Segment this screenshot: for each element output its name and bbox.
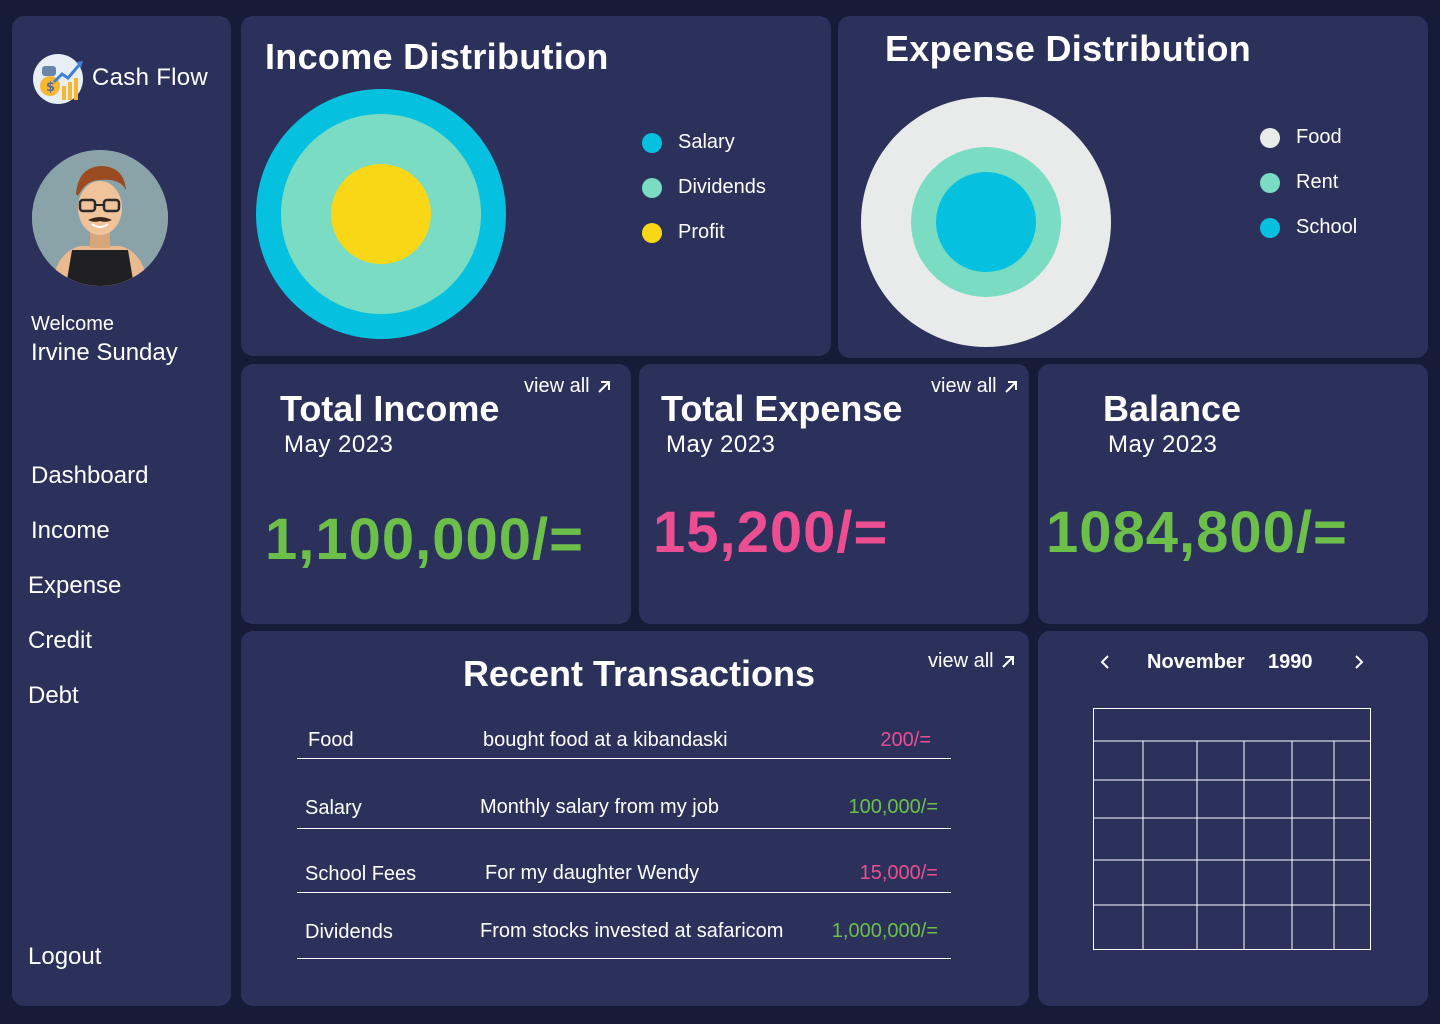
transaction-description: For my daughter Wendy bbox=[485, 862, 700, 884]
brand[interactable]: $ Cash Flow bbox=[30, 52, 208, 104]
legend-dot-school bbox=[1260, 217, 1280, 238]
chart-ring-school bbox=[936, 172, 1036, 272]
legend-dot-profit bbox=[642, 222, 662, 243]
transaction-row[interactable]: Food bought food at a kibandaski 200/= bbox=[297, 721, 951, 759]
transaction-amount: 200/= bbox=[880, 729, 931, 751]
calendar-year[interactable]: 1990 bbox=[1268, 651, 1313, 674]
transaction-category: School Fees bbox=[305, 863, 417, 885]
total-expense-view-all-link[interactable]: view all bbox=[931, 375, 1019, 398]
transactions-view-all-link[interactable]: view all bbox=[928, 650, 1016, 673]
total-income-card: Total Income May 2023 view all 1,100,000… bbox=[241, 364, 631, 624]
user-portrait-icon bbox=[32, 150, 168, 286]
nav-dashboard[interactable]: Dashboard bbox=[31, 462, 148, 490]
calendar-grid[interactable] bbox=[1093, 708, 1373, 951]
total-income-value: 1,100,000/= bbox=[265, 507, 585, 572]
transaction-row[interactable]: School Fees For my daughter Wendy 15,000… bbox=[297, 855, 951, 893]
logout-button[interactable]: Logout bbox=[28, 943, 101, 971]
chevron-left-icon[interactable] bbox=[1099, 653, 1111, 671]
legend-dot-rent bbox=[1260, 172, 1280, 193]
legend-item-salary: Salary bbox=[642, 120, 766, 165]
chevron-right-icon[interactable] bbox=[1353, 653, 1365, 671]
legend-item-rent: Rent bbox=[1260, 160, 1357, 205]
total-expense-card: Total Expense May 2023 view all 15,200/= bbox=[639, 364, 1029, 624]
view-all-label: view all bbox=[931, 375, 997, 397]
legend-label-school: School bbox=[1296, 216, 1358, 238]
legend-label-dividends: Dividends bbox=[678, 176, 766, 198]
legend-label-profit: Profit bbox=[678, 221, 725, 243]
transaction-amount: 15,000/= bbox=[859, 862, 938, 884]
income-distribution-chart bbox=[256, 89, 506, 339]
svg-text:$: $ bbox=[46, 80, 55, 95]
total-expense-title: Total Expense bbox=[661, 388, 903, 429]
welcome-label: Welcome bbox=[31, 313, 114, 335]
arrow-up-right-icon bbox=[597, 380, 610, 393]
transaction-row[interactable]: Dividends From stocks invested at safari… bbox=[297, 913, 951, 959]
username: Irvine Sunday bbox=[31, 339, 178, 366]
legend-item-food: Food bbox=[1260, 115, 1357, 160]
balance-value: 1084,800/= bbox=[1046, 500, 1348, 565]
income-distribution-title: Income Distribution bbox=[265, 36, 609, 77]
transaction-category: Food bbox=[308, 729, 354, 751]
balance-title: Balance bbox=[1103, 388, 1242, 429]
legend-label-food: Food bbox=[1296, 126, 1342, 148]
transaction-category: Salary bbox=[305, 797, 362, 819]
legend-item-school: School bbox=[1260, 205, 1357, 250]
balance-period: May 2023 bbox=[1108, 431, 1218, 458]
calendar-panel: November 1990 bbox=[1038, 631, 1428, 1006]
transaction-description: bought food at a kibandaski bbox=[483, 729, 728, 751]
arrow-up-right-icon bbox=[1004, 380, 1017, 393]
expense-distribution-panel: Expense Distribution Food Rent School bbox=[838, 16, 1428, 358]
total-income-view-all-link[interactable]: view all bbox=[524, 375, 612, 398]
transaction-description: Monthly salary from my job bbox=[480, 796, 719, 818]
legend-dot-salary bbox=[642, 132, 662, 153]
brand-name: Cash Flow bbox=[92, 64, 209, 91]
chart-ring-profit bbox=[331, 164, 431, 264]
avatar[interactable] bbox=[32, 150, 168, 286]
nav-expense[interactable]: Expense bbox=[28, 572, 121, 600]
transaction-description: From stocks invested at safaricom bbox=[480, 920, 784, 942]
legend-label-rent: Rent bbox=[1296, 171, 1339, 193]
total-income-period: May 2023 bbox=[284, 431, 394, 458]
transaction-category: Dividends bbox=[305, 921, 393, 943]
income-legend: Salary Dividends Profit bbox=[642, 120, 766, 255]
income-distribution-panel: Income Distribution Salary Dividends Pro… bbox=[241, 16, 831, 356]
total-expense-value: 15,200/= bbox=[653, 500, 889, 565]
cash-flow-logo-icon: $ bbox=[33, 54, 83, 104]
nav-income[interactable]: Income bbox=[31, 517, 110, 545]
recent-transactions-title: Recent Transactions bbox=[462, 653, 816, 694]
legend-dot-food bbox=[1260, 127, 1280, 148]
expense-legend: Food Rent School bbox=[1260, 115, 1357, 250]
sidebar: $ Cash Flow Welcome Irvine Sunday Dashbo… bbox=[12, 16, 231, 1006]
view-all-label: view all bbox=[928, 650, 994, 672]
legend-item-profit: Profit bbox=[642, 210, 766, 255]
total-income-title: Total Income bbox=[280, 388, 500, 429]
total-expense-period: May 2023 bbox=[666, 431, 776, 458]
nav-credit[interactable]: Credit bbox=[28, 627, 92, 655]
view-all-label: view all bbox=[524, 375, 590, 397]
nav-debt[interactable]: Debt bbox=[28, 682, 79, 710]
calendar-month[interactable]: November bbox=[1147, 651, 1245, 674]
transaction-amount: 100,000/= bbox=[848, 796, 938, 818]
legend-label-salary: Salary bbox=[678, 131, 735, 153]
transaction-row[interactable]: Salary Monthly salary from my job 100,00… bbox=[297, 789, 951, 829]
balance-card: Balance May 2023 1084,800/= bbox=[1038, 364, 1428, 624]
expense-distribution-chart bbox=[861, 97, 1111, 347]
legend-item-dividends: Dividends bbox=[642, 165, 766, 210]
legend-dot-dividends bbox=[642, 177, 662, 198]
expense-distribution-title: Expense Distribution bbox=[885, 28, 1252, 69]
transaction-amount: 1,000,000/= bbox=[831, 920, 938, 942]
recent-transactions-panel: Recent Transactions view all Food bought… bbox=[241, 631, 1029, 1006]
arrow-up-right-icon bbox=[1001, 655, 1014, 668]
